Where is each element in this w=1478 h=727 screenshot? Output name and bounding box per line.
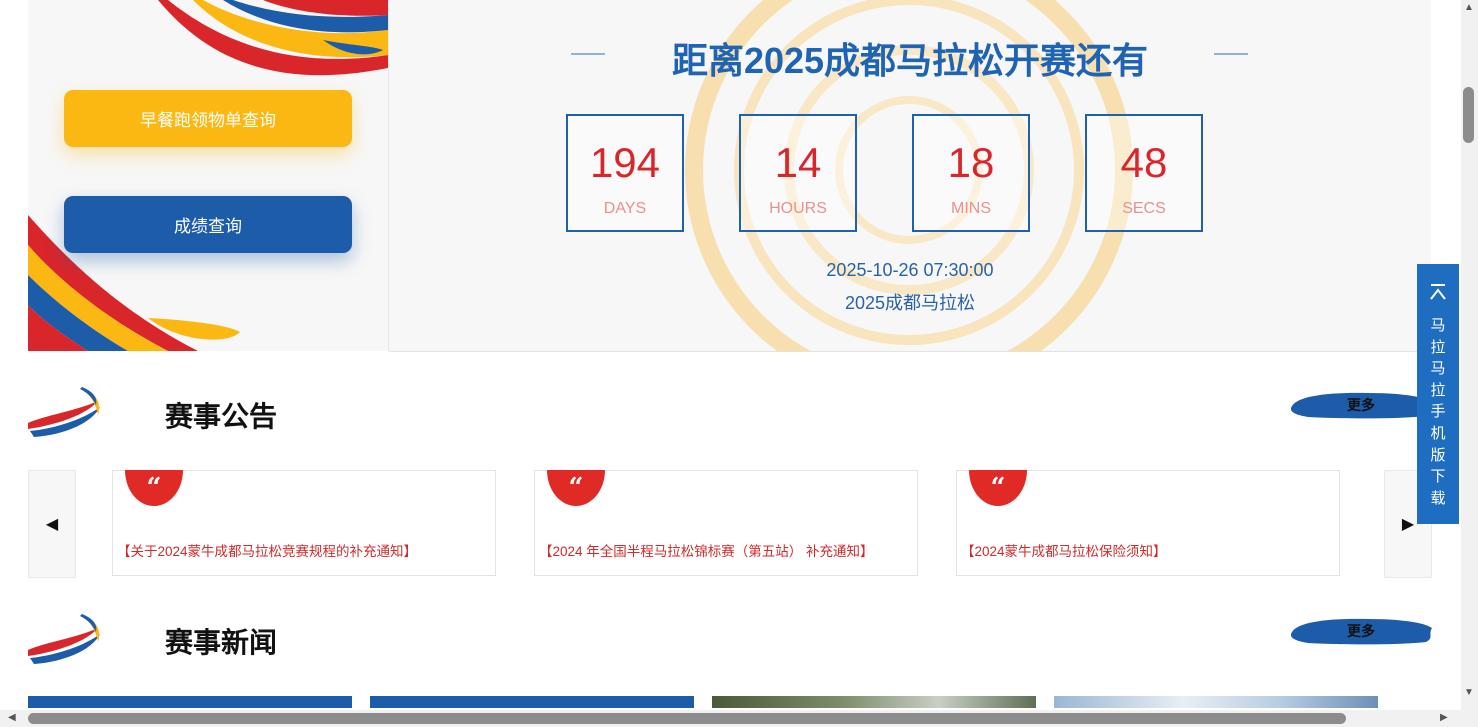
news-image[interactable] bbox=[1054, 696, 1378, 708]
scroll-right-icon[interactable]: ▶ bbox=[1440, 713, 1448, 723]
mins-value: 18 bbox=[947, 139, 995, 186]
countdown-days: 194 DAYS bbox=[566, 114, 684, 232]
marathon-logo-icon bbox=[28, 614, 100, 664]
announcement-card[interactable]: “ 【2024蒙牛成都马拉松保险须知】 bbox=[956, 470, 1340, 576]
marathon-logo-icon bbox=[28, 387, 100, 437]
scroll-down-icon[interactable]: ▼ bbox=[1464, 688, 1474, 698]
announcement-text: 【2024 年全国半程马拉松锦标赛（第五站） 补充通知】 bbox=[539, 544, 874, 559]
decorative-stripes bbox=[28, 0, 388, 351]
countdown-secs: 48 SECS bbox=[1085, 114, 1203, 232]
countdown-mins: 18 MINS bbox=[912, 114, 1030, 232]
svg-text:“: “ bbox=[569, 473, 584, 503]
race-name: 2025成都马拉松 bbox=[844, 293, 976, 313]
secs-unit: SECS bbox=[1122, 200, 1166, 217]
scroll-left-icon[interactable]: ◀ bbox=[8, 713, 16, 723]
announcement-card[interactable]: “ 【2024 年全国半程马拉松锦标赛（第五站） 补充通知】 bbox=[534, 470, 918, 576]
mins-unit: MINS bbox=[951, 200, 991, 217]
svg-text:“: “ bbox=[147, 473, 162, 503]
quote-icon: “ bbox=[125, 470, 183, 506]
announcements-more-button[interactable]: 更多 bbox=[1288, 388, 1434, 422]
days-value: 194 bbox=[589, 139, 661, 186]
announcements-title: 赛事公告 bbox=[165, 401, 278, 432]
quote-icon: “ bbox=[547, 470, 605, 506]
news-image[interactable] bbox=[370, 696, 694, 708]
carousel-prev-button[interactable]: ◀ bbox=[28, 470, 76, 578]
days-unit: DAYS bbox=[603, 200, 647, 217]
hero-left-panel bbox=[28, 0, 389, 351]
quote-icon: “ bbox=[969, 470, 1027, 506]
caret-right-icon: ▶ bbox=[1401, 516, 1415, 533]
more-label: 更多 bbox=[1347, 623, 1375, 639]
hours-unit: HOURS bbox=[769, 200, 827, 217]
app-download-label: 马拉马拉手机版下载 bbox=[1430, 317, 1446, 507]
secs-value: 48 bbox=[1120, 139, 1168, 186]
hours-value: 14 bbox=[774, 139, 822, 186]
news-more-button[interactable]: 更多 bbox=[1288, 614, 1434, 648]
vertical-scroll-thumb[interactable] bbox=[1463, 87, 1474, 143]
news-title: 赛事新闻 bbox=[165, 627, 278, 658]
breakfast-run-query-button[interactable]: 早餐跑领物单查询 bbox=[64, 90, 352, 147]
announcement-text: 【2024蒙牛成都马拉松保险须知】 bbox=[961, 544, 1167, 559]
news-image[interactable] bbox=[28, 696, 352, 708]
svg-text:“: “ bbox=[991, 473, 1006, 503]
news-image[interactable] bbox=[712, 696, 1036, 708]
score-query-button[interactable]: 成绩查询 bbox=[64, 196, 352, 253]
race-datetime: 2025-10-26 07:30:00 bbox=[826, 260, 994, 280]
title-line-right bbox=[1214, 53, 1248, 55]
announcement-text: 【关于2024蒙牛成都马拉松竞赛规程的补充通知】 bbox=[117, 544, 418, 559]
countdown-hours: 14 HOURS bbox=[739, 114, 857, 232]
announcement-card[interactable]: “ 【关于2024蒙牛成都马拉松竞赛规程的补充通知】 bbox=[112, 470, 496, 576]
to-top-icon bbox=[1430, 284, 1446, 300]
caret-left-icon: ◀ bbox=[45, 516, 59, 533]
mobile-app-download-button[interactable]: 马拉马拉手机版下载 bbox=[1417, 264, 1459, 524]
horizontal-scroll-thumb[interactable] bbox=[28, 713, 1346, 724]
more-label: 更多 bbox=[1347, 397, 1375, 413]
countdown-title: 距离2025成都马拉松开赛还有 bbox=[671, 40, 1149, 81]
scroll-up-icon[interactable]: ▲ bbox=[1464, 3, 1474, 13]
